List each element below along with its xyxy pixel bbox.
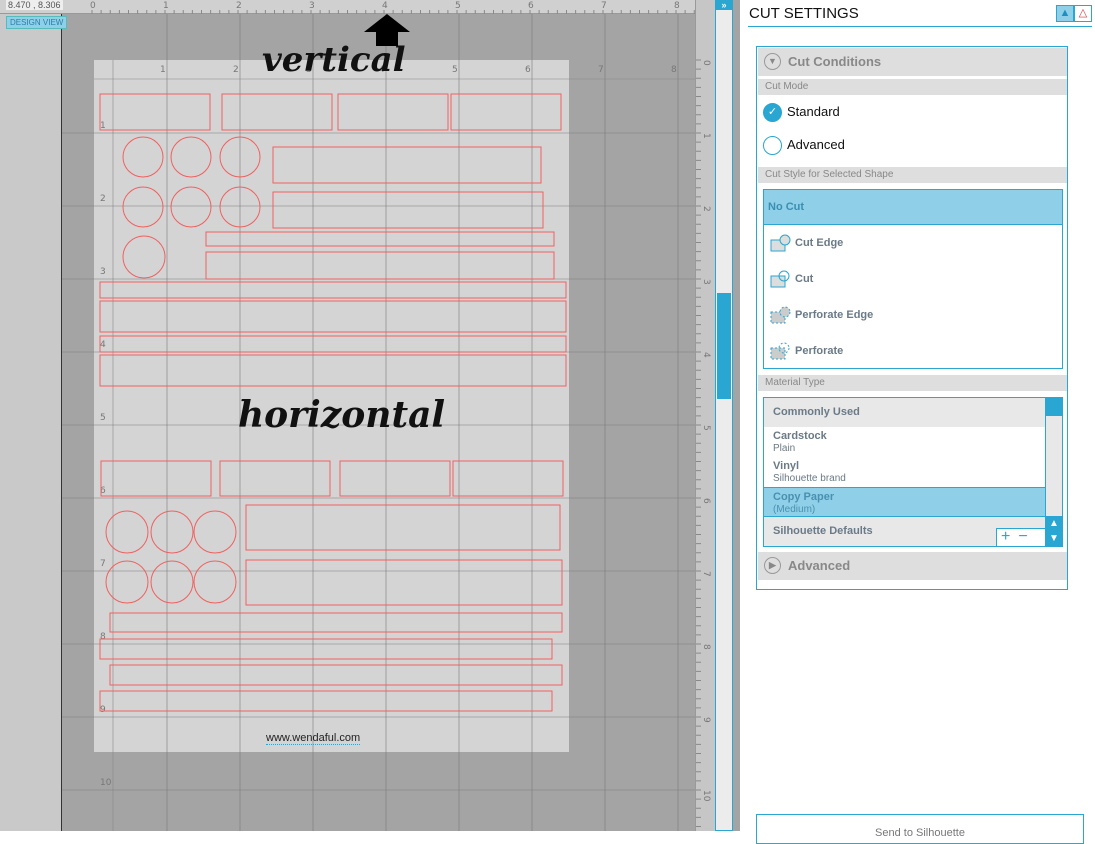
material-cardstock[interactable]: Cardstock Plain — [764, 427, 1062, 457]
material-name: Copy Paper — [773, 491, 835, 503]
triangle-up-icon[interactable]: ▲ — [1056, 5, 1074, 22]
style-perforate-edge[interactable]: Perforate Edge — [764, 297, 1062, 333]
grid-row-label: 4 — [100, 340, 106, 350]
remove-material-button[interactable]: − — [1018, 528, 1035, 545]
material-list: Commonly Used Cardstock Plain Vinyl Silhou… — [763, 397, 1063, 547]
double-chevron-right-icon[interactable]: » — [716, 0, 732, 10]
grid-col-label: 5 — [452, 65, 458, 75]
material-name: Cardstock — [773, 430, 827, 442]
design-canvas[interactable]: 012345678 8.470 , 8.306 DESIGN VIEW 1234… — [0, 0, 740, 831]
scroll-thumb[interactable] — [717, 293, 731, 399]
cut-conditions-box: ▼ Cut Conditions Cut Mode ✓ Standard Advan… — [756, 46, 1068, 590]
ruler-label: 10 — [701, 790, 711, 802]
grid-row-label: 9 — [100, 705, 106, 715]
material-scrollbar[interactable]: ▲ ▼ — [1045, 398, 1062, 546]
style-label: Cut Edge — [795, 237, 844, 249]
ruler-label: 1 — [701, 133, 711, 139]
expand-icon: ▶ — [764, 557, 781, 574]
cut-style-list: No Cut Cut Edge Cut Perforate Edge Perfo… — [763, 189, 1063, 369]
grid-col-label: 6 — [525, 65, 531, 75]
arrow-up-icon — [364, 14, 410, 46]
scroll-thumb[interactable] — [1046, 398, 1062, 416]
ruler-label: 0 — [701, 60, 711, 66]
grid-col-label: 2 — [233, 65, 239, 75]
ruler-label: 8 — [701, 644, 711, 650]
ruler-label: 2 — [701, 206, 711, 212]
add-material-button[interactable]: + — [1001, 528, 1018, 545]
grid-col-label: 1 — [160, 65, 166, 75]
perforate-icon — [770, 342, 790, 360]
cut-style-label: Cut Style for Selected Shape — [758, 167, 1067, 183]
advanced-header[interactable]: ▶ Advanced — [758, 552, 1067, 580]
grid-row-label: 7 — [100, 559, 106, 569]
material-detail: Silhouette brand — [773, 473, 846, 484]
perforate-edge-icon — [770, 306, 791, 324]
grid-col-label: 8 — [671, 65, 677, 75]
grid-col-label: 7 — [598, 65, 604, 75]
ruler-label: 6 — [701, 498, 711, 504]
ruler-label: 4 — [701, 352, 711, 358]
cut-conditions-header[interactable]: ▼ Cut Conditions — [758, 48, 1067, 76]
scroll-up-icon[interactable]: ▲ — [1046, 516, 1062, 531]
check-icon: ✓ — [763, 103, 782, 122]
material-detail: (Medium) — [773, 504, 816, 515]
divider — [748, 26, 1092, 27]
vertical-text[interactable]: vertical — [262, 40, 406, 80]
group-commonly-used[interactable]: Commonly Used — [764, 398, 1062, 427]
material-type-label: Material Type — [758, 375, 1067, 391]
material-name: Vinyl — [773, 460, 800, 472]
material-vinyl[interactable]: Vinyl Silhouette brand — [764, 457, 1062, 487]
radio-label: Standard — [787, 103, 840, 119]
ruler-label: 7 — [701, 571, 711, 577]
add-remove-material: +− — [996, 528, 1045, 546]
cut-settings-panel: CUT SETTINGS ▲ △ ▼ Cut Conditions Cut Mod… — [740, 0, 1095, 844]
ruler-label: 3 — [701, 279, 711, 285]
radio-empty-icon — [763, 136, 782, 155]
ruler-label: 9 — [701, 717, 711, 723]
grid-row-label: 8 — [100, 632, 106, 642]
style-label: Perforate Edge — [795, 309, 874, 321]
radio-label: Advanced — [787, 136, 845, 152]
style-perforate[interactable]: Perforate — [764, 333, 1062, 369]
radio-standard[interactable]: ✓ Standard — [763, 103, 840, 122]
watermark-text: www.wendaful.com — [266, 732, 361, 745]
style-cut-edge[interactable]: Cut Edge — [764, 225, 1062, 261]
grid-row-label: 10 — [100, 778, 112, 788]
style-label: Cut — [795, 273, 814, 285]
send-to-silhouette-button[interactable]: Send to Silhouette — [756, 814, 1084, 844]
grid-row-label: 5 — [100, 413, 106, 423]
style-label: Perforate — [795, 345, 844, 357]
warning-triangle-icon[interactable]: △ — [1074, 5, 1092, 22]
panel-title: CUT SETTINGS — [749, 5, 859, 22]
grid-row-label: 2 — [100, 194, 106, 204]
grid-row-label: 3 — [100, 267, 106, 277]
radio-advanced[interactable]: Advanced — [763, 136, 845, 155]
section-label: Cut Conditions — [788, 54, 882, 69]
side-ruler: 0 1 2 3 4 5 6 7 8 9 10 — [695, 0, 715, 831]
style-no-cut[interactable]: No Cut — [764, 190, 1062, 225]
collapse-icon: ▼ — [764, 53, 781, 70]
cut-edge-icon — [770, 234, 791, 252]
material-copy-paper[interactable]: Copy Paper (Medium) — [764, 487, 1062, 517]
ruler-label: 5 — [701, 425, 711, 431]
material-detail: Plain — [773, 443, 796, 454]
style-cut[interactable]: Cut — [764, 261, 1062, 297]
section-label: Advanced — [788, 558, 851, 573]
horizontal-text[interactable]: horizontal — [238, 394, 445, 436]
cut-mode-label: Cut Mode — [758, 79, 1067, 95]
vertical-scrollbar[interactable] — [715, 0, 733, 831]
cut-icon — [770, 270, 790, 288]
scroll-down-icon[interactable]: ▼ — [1046, 531, 1062, 546]
